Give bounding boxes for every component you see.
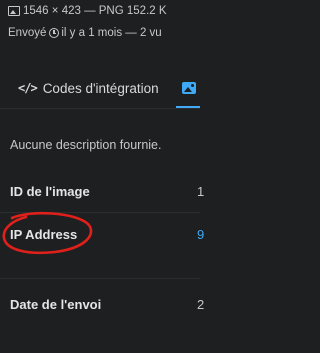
tab-image-info[interactable] xyxy=(182,68,196,108)
file-info: 1546 × 423 — PNG 152.2 K xyxy=(8,4,167,18)
code-icon: </> xyxy=(18,81,38,95)
active-tab-indicator xyxy=(176,106,200,108)
sent-relative-time: il y a 1 mois — 2 vu xyxy=(61,27,162,39)
divider xyxy=(0,278,200,279)
detail-value-ip-address[interactable]: 9 xyxy=(197,227,204,242)
clock-icon xyxy=(49,28,60,38)
detail-value-image-id: 1 xyxy=(197,184,205,199)
image-icon xyxy=(182,82,196,94)
detail-label-ip-address: IP Address xyxy=(10,227,78,242)
tab-embed-codes-label: Codes d'intégration xyxy=(42,80,159,96)
detail-label-upload-date: Date de l'envoi xyxy=(10,297,102,312)
file-info-text: 1546 × 423 — PNG 152.2 K xyxy=(23,5,167,17)
detail-value-upload-date: 2 xyxy=(197,297,205,312)
sent-prefix: Envoyé xyxy=(8,27,47,39)
image-description: Aucune description fournie. xyxy=(10,138,162,152)
image-file-icon xyxy=(8,6,20,16)
divider xyxy=(0,212,200,213)
tab-embed-codes[interactable]: </> Codes d'intégration xyxy=(18,68,159,108)
detail-label-image-id: ID de l'image xyxy=(10,184,90,199)
tab-bar: </> Codes d'intégration xyxy=(0,68,200,109)
upload-info: Envoyé il y a 1 mois — 2 vu xyxy=(8,26,162,40)
